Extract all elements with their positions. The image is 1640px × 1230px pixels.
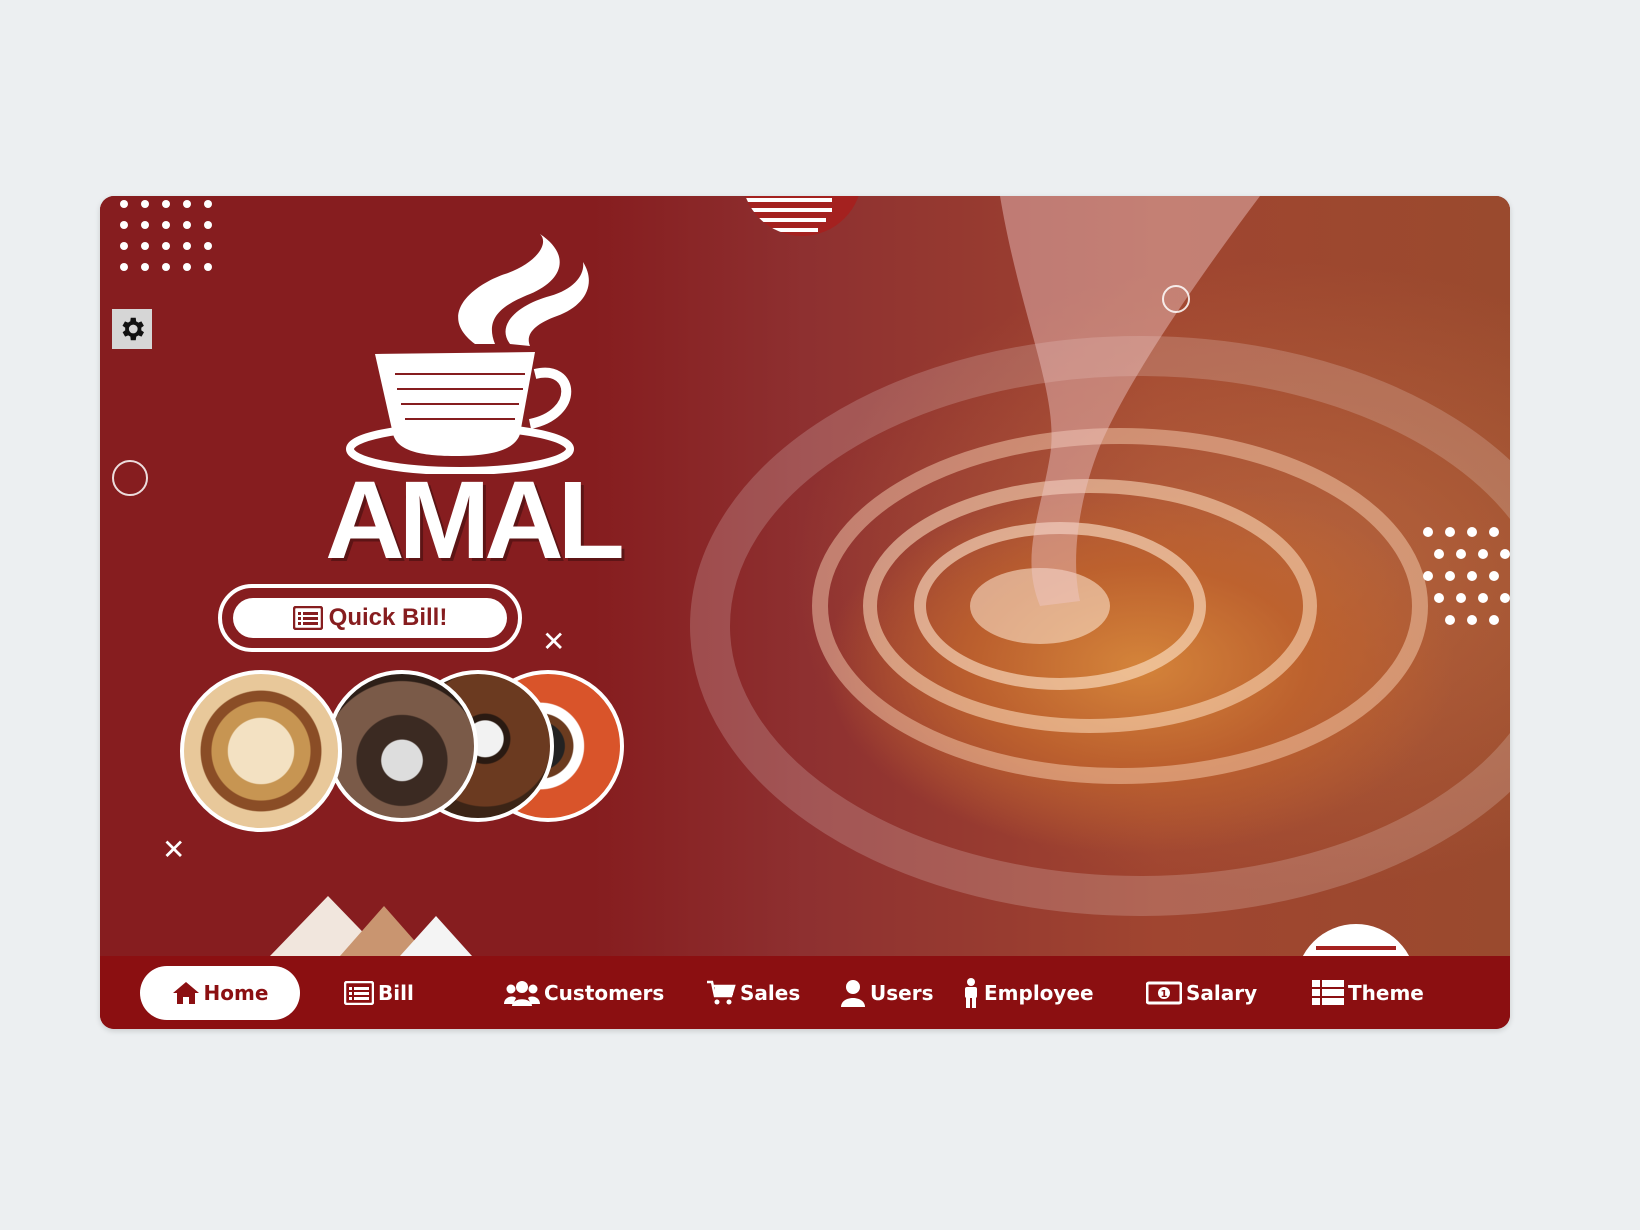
decorative-x-mark: ✕ — [162, 833, 186, 866]
decorative-ring-left — [112, 460, 148, 496]
settings-button[interactable] — [112, 309, 152, 349]
nav-users[interactable]: Users — [840, 968, 933, 1018]
coffee-cup-logo — [346, 234, 589, 474]
user-icon — [841, 980, 865, 1007]
chef-photo-triangle — [400, 916, 472, 956]
svg-text:1: 1 — [1161, 989, 1168, 1000]
nav-theme[interactable]: Theme — [1312, 968, 1424, 1018]
list-icon — [292, 606, 323, 630]
decorative-dot-grid-right — [1423, 527, 1510, 625]
coffee-photo-1 — [180, 670, 342, 832]
money-icon: 1 — [1146, 981, 1182, 1005]
decorative-ring-right — [1162, 285, 1190, 313]
app-window: ✕ ✕ AMAL Quick Bill! Home Bill Customers… — [100, 196, 1510, 1029]
gear-icon — [122, 317, 144, 341]
coffee-photo-2 — [326, 670, 478, 822]
decorative-dot-grid-top-left — [120, 200, 212, 271]
brand-name: AMAL — [325, 459, 625, 582]
nav-salary[interactable]: 1 Salary — [1146, 968, 1257, 1018]
nav-customers[interactable]: Customers — [504, 968, 664, 1018]
list-icon — [344, 981, 374, 1005]
decorative-x-mark: ✕ — [542, 625, 566, 658]
theme-list-icon — [1312, 980, 1344, 1005]
nav-sales[interactable]: Sales — [706, 968, 800, 1018]
quick-bill-label: Quick Bill! — [328, 604, 448, 631]
quick-bill-button[interactable]: Quick Bill! — [218, 584, 522, 652]
users-group-icon — [504, 981, 540, 1006]
nav-bill[interactable]: Bill — [344, 968, 414, 1018]
nav-home[interactable]: Home — [140, 966, 300, 1020]
cart-icon — [707, 980, 736, 1005]
nav-employee[interactable]: Employee — [962, 968, 1094, 1018]
bottom-navbar: Home Bill Customers Sales Users Employee… — [100, 956, 1510, 1029]
person-icon — [965, 978, 977, 1008]
latte-art-swirl — [690, 196, 1510, 916]
home-icon — [172, 982, 199, 1004]
